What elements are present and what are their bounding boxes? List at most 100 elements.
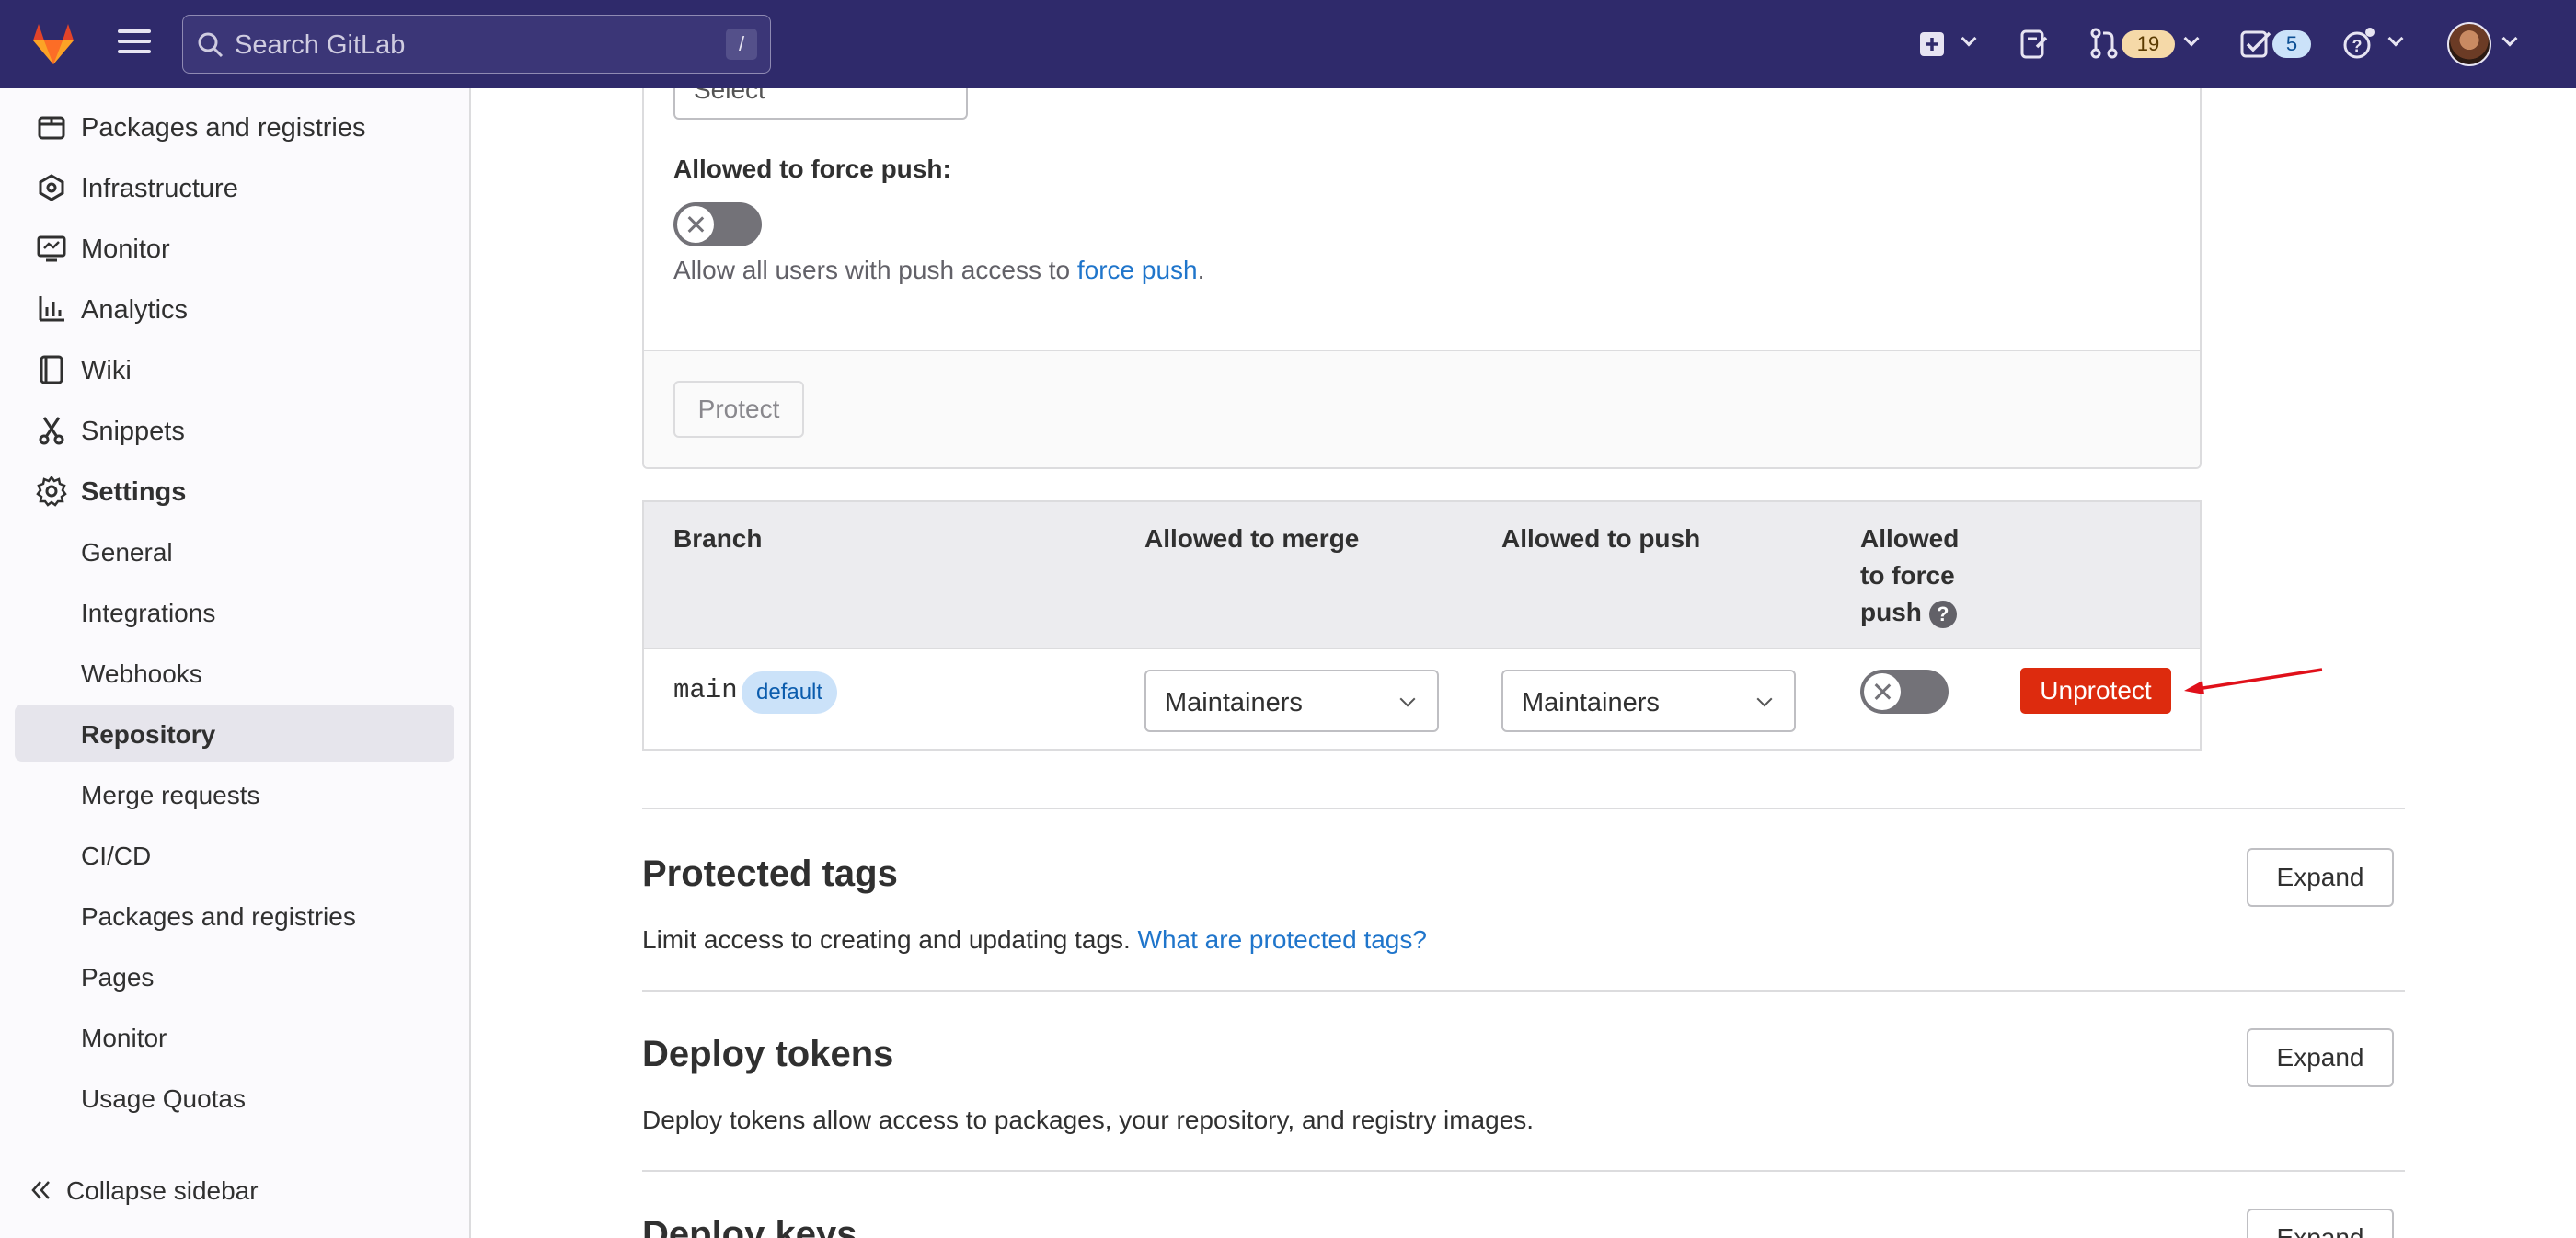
unprotect-button[interactable]: Unprotect [2020, 668, 2171, 714]
todos-count: 5 [2272, 30, 2311, 58]
sidebar-item-settings[interactable]: Settings [0, 464, 471, 519]
sidebar-subitem-general[interactable]: General [0, 524, 471, 579]
collapse-sidebar-label: Collapse sidebar [66, 1176, 259, 1205]
annotation-arrow-icon [2184, 668, 2323, 694]
sidebar-subitem-label: General [81, 538, 173, 567]
protected-tags-title: Protected tags [642, 854, 898, 894]
sidebar-item-packages-and-registries[interactable]: Packages and registries [0, 99, 471, 155]
sidebar-item-label: Analytics [81, 295, 189, 325]
header-allowed-to-force-push: Allowed to force push ? [1860, 521, 1959, 631]
double-chevron-left-icon [31, 1181, 50, 1199]
search-shortcut-key: / [726, 29, 757, 60]
menu-icon[interactable] [118, 29, 151, 57]
toggle-off-icon [677, 206, 714, 243]
sidebar-subitem-ci-cd[interactable]: CI/CD [0, 828, 471, 883]
sidebar-item-wiki[interactable]: Wiki [0, 342, 471, 397]
sidebar-subitem-label: Integrations [81, 599, 216, 627]
sidebar-subitem-packages-and-registries[interactable]: Packages and registries [0, 888, 471, 944]
chevron-down-icon [2387, 30, 2404, 47]
chevron-down-icon [1756, 691, 1773, 707]
sidebar-item-analytics[interactable]: Analytics [0, 281, 471, 337]
sidebar-item-monitor[interactable]: Monitor [0, 221, 471, 276]
sidebar-subitem-integrations[interactable]: Integrations [0, 585, 471, 640]
sidebar-subitem-label: Monitor [81, 1024, 167, 1052]
expand-deploy-keys-button[interactable]: Expand [2247, 1209, 2394, 1238]
sidebar-subitem-webhooks[interactable]: Webhooks [0, 646, 471, 701]
allowed-to-push-dropdown[interactable]: Maintainers [1501, 670, 1796, 732]
table-header: Branch Allowed to merge Allowed to push … [644, 502, 2200, 649]
sidebar-item-label: Infrastructure [81, 174, 238, 203]
sidebar-subitem-label: CI/CD [81, 842, 152, 870]
chevron-down-icon[interactable] [2501, 30, 2518, 47]
sidebar-subitem-monitor[interactable]: Monitor [0, 1010, 471, 1065]
default-badge: default [742, 671, 838, 714]
sidebar-item-snippets[interactable]: Snippets [0, 403, 471, 458]
gitlab-logo[interactable] [29, 20, 77, 68]
sidebar-item-label: Settings [81, 477, 187, 507]
allowed-to-push-select[interactable]: Select [673, 88, 968, 120]
toggle-off-icon [1864, 673, 1901, 710]
section-divider [642, 1170, 2405, 1172]
sidebar-subitem-pages[interactable]: Pages [0, 949, 471, 1004]
scissors-icon [39, 417, 64, 445]
chevron-down-icon [2183, 30, 2200, 47]
protect-card-footer [644, 350, 2200, 467]
monitor-icon [37, 235, 66, 262]
section-divider [642, 808, 2405, 809]
chevron-down-icon [1399, 691, 1416, 707]
sidebar-subitem-repository[interactable]: Repository [0, 706, 471, 762]
collapse-sidebar-button[interactable]: Collapse sidebar [0, 1163, 471, 1218]
sidebar-subitem-label: Pages [81, 963, 155, 992]
search-input[interactable]: Search GitLab / [182, 15, 771, 74]
sidebar: Packages and registries Infrastructure M… [0, 88, 471, 1238]
deploy-tokens-title: Deploy tokens [642, 1034, 894, 1074]
branch-name[interactable]: main [673, 675, 738, 705]
force-push-help-text: Allow all users with push access to forc… [673, 256, 1204, 285]
chevron-down-icon [1961, 30, 1977, 47]
package-icon [38, 116, 65, 140]
svg-text:?: ? [2352, 37, 2363, 55]
expand-deploy-tokens-button[interactable]: Expand [2247, 1028, 2394, 1087]
section-divider [642, 990, 2405, 992]
deploy-tokens-description: Deploy tokens allow access to packages, … [642, 1106, 1535, 1134]
dropdown-value: Maintainers [1165, 688, 1303, 717]
plus-square-icon [1920, 32, 1944, 56]
expand-protected-tags-button[interactable]: Expand [2247, 848, 2394, 907]
header-branch: Branch [673, 524, 763, 553]
protect-button[interactable]: Protect [673, 381, 804, 438]
sidebar-item-label: Monitor [81, 235, 170, 264]
force-push-link[interactable]: force push [1077, 256, 1198, 284]
book-icon [40, 355, 63, 384]
force-push-row-toggle[interactable] [1860, 670, 1949, 714]
help-text-prefix: Allow all users with push access to [673, 256, 1077, 284]
chart-icon [39, 296, 64, 322]
issues-icon[interactable] [2018, 29, 2050, 60]
sidebar-subitem-label: Packages and registries [81, 902, 356, 931]
protected-tags-description: Limit access to creating and updating ta… [642, 925, 1427, 955]
protected-branches-table: Branch Allowed to merge Allowed to push … [642, 500, 2202, 751]
user-avatar[interactable] [2447, 22, 2491, 66]
header-line: push ? [1860, 594, 1959, 631]
force-push-toggle[interactable] [673, 202, 762, 246]
merge-requests-count: 19 [2122, 30, 2175, 58]
allowed-to-merge-dropdown[interactable]: Maintainers [1144, 670, 1439, 732]
search-placeholder: Search GitLab [235, 30, 406, 60]
header-line: Allowed [1860, 524, 1960, 553]
sidebar-subitem-label: Repository [81, 720, 216, 749]
deploy-keys-title: Deploy keys [642, 1214, 857, 1238]
sidebar-item-infrastructure[interactable]: Infrastructure [0, 160, 471, 215]
header-allowed-to-push: Allowed to push [1501, 524, 1701, 553]
force-push-label: Allowed to force push: [673, 155, 951, 183]
gear-icon [36, 475, 67, 507]
protected-tags-help-link[interactable]: What are protected tags? [1138, 925, 1427, 954]
header-line-text: push [1860, 598, 1922, 626]
header-line: to force [1860, 561, 1955, 590]
sidebar-subitem-usage-quotas[interactable]: Usage Quotas [0, 1071, 471, 1126]
question-icon[interactable]: ? [1928, 600, 1957, 628]
todo-icon[interactable] [2239, 29, 2272, 60]
search-icon [198, 32, 224, 58]
help-icon: ? [2343, 28, 2375, 59]
sidebar-subitem-label: Usage Quotas [81, 1084, 246, 1113]
description-text: Limit access to creating and updating ta… [642, 925, 1138, 954]
sidebar-subitem-merge-requests[interactable]: Merge requests [0, 767, 471, 822]
